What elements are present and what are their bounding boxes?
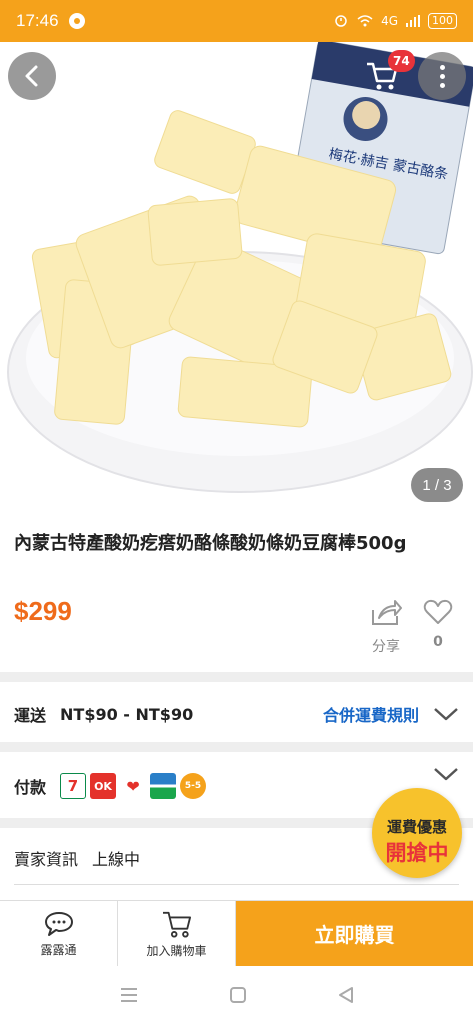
divider <box>14 884 459 885</box>
image-counter: 1 / 3 <box>411 468 463 502</box>
back-triangle-icon[interactable] <box>337 986 355 1004</box>
add-to-cart-button[interactable]: 加入購物車 <box>118 901 236 967</box>
familymart-icon <box>150 773 177 799</box>
shipping-label: 運送 <box>14 706 47 725</box>
promo-line1: 運費優惠 <box>386 817 447 836</box>
add-to-cart-label: 加入購物車 <box>146 943 207 958</box>
bottom-action-bar: 露露通 加入購物車 立即購買 <box>0 900 473 967</box>
heart-icon <box>423 599 453 624</box>
status-icons: 4G 100 <box>333 13 457 29</box>
payment-methods: 7 OK ❤ 5-5 <box>60 773 207 799</box>
app-notification-icon <box>68 13 85 29</box>
share-label: 分享 <box>372 639 400 655</box>
network-type: 4G <box>381 14 398 28</box>
product-page: 17:46 4G 100 梅花·赫吉 蒙古酪条 74 1 / 3 內蒙古特產酸奶… <box>0 0 473 1024</box>
chevron-left-icon <box>25 65 38 87</box>
system-nav-bar <box>0 966 473 1024</box>
shipping-row[interactable]: 運送 NT$90 - NT$90 合併運費規則 <box>0 686 473 742</box>
chat-bubble-icon <box>44 911 73 936</box>
shipping-promo-button[interactable]: 運費優惠 開搶中 <box>372 788 462 878</box>
seven-eleven-icon: 7 <box>60 773 87 799</box>
buy-now-button[interactable]: 立即購買 <box>236 901 473 966</box>
home-icon[interactable] <box>229 986 247 1004</box>
signal-icon <box>406 15 420 27</box>
dot-icon <box>439 73 445 79</box>
hilife-icon: ❤ <box>120 773 147 799</box>
product-image[interactable]: 梅花·赫吉 蒙古酪条 <box>0 42 473 520</box>
more-options-button[interactable] <box>418 52 466 100</box>
seller-label: 賣家資訊 <box>14 850 79 869</box>
chevron-down-icon <box>434 768 458 781</box>
seller-status: 上線中 <box>92 850 141 869</box>
status-time: 17:46 <box>16 11 59 30</box>
cart-icon <box>162 911 191 938</box>
cart-badge: 74 <box>388 50 415 72</box>
ok-mart-icon: OK <box>90 773 117 799</box>
wifi-icon <box>357 15 373 27</box>
menu-icon[interactable] <box>119 987 139 1003</box>
section-divider <box>0 672 473 682</box>
section-divider <box>0 742 473 752</box>
share-button[interactable]: 分享 <box>366 598 406 656</box>
shipping-fee: NT$90 - NT$90 <box>60 704 194 724</box>
status-bar: 17:46 4G 100 <box>0 0 473 42</box>
like-count: 0 <box>433 634 443 650</box>
back-button[interactable] <box>8 52 56 100</box>
product-price: $299 <box>14 596 72 626</box>
chat-button[interactable]: 露露通 <box>0 901 118 967</box>
combined-shipping-link[interactable]: 合併運費規則 <box>323 702 419 726</box>
chat-label: 露露通 <box>40 942 77 957</box>
like-button[interactable]: 0 <box>420 598 456 650</box>
five-five-icon: 5-5 <box>180 773 207 799</box>
alarm-icon <box>335 15 347 27</box>
promo-line2: 開搶中 <box>385 840 449 865</box>
payment-label: 付款 <box>14 778 47 797</box>
product-photo: 梅花·赫吉 蒙古酪条 <box>7 42 473 493</box>
dot-icon <box>439 64 445 70</box>
share-icon <box>372 600 402 625</box>
battery-icon: 100 <box>428 13 457 29</box>
product-title: 內蒙古特產酸奶疙瘩奶酪條酸奶條奶豆腐棒500g <box>14 533 407 554</box>
dot-icon <box>439 82 445 88</box>
chevron-down-icon <box>434 708 458 721</box>
